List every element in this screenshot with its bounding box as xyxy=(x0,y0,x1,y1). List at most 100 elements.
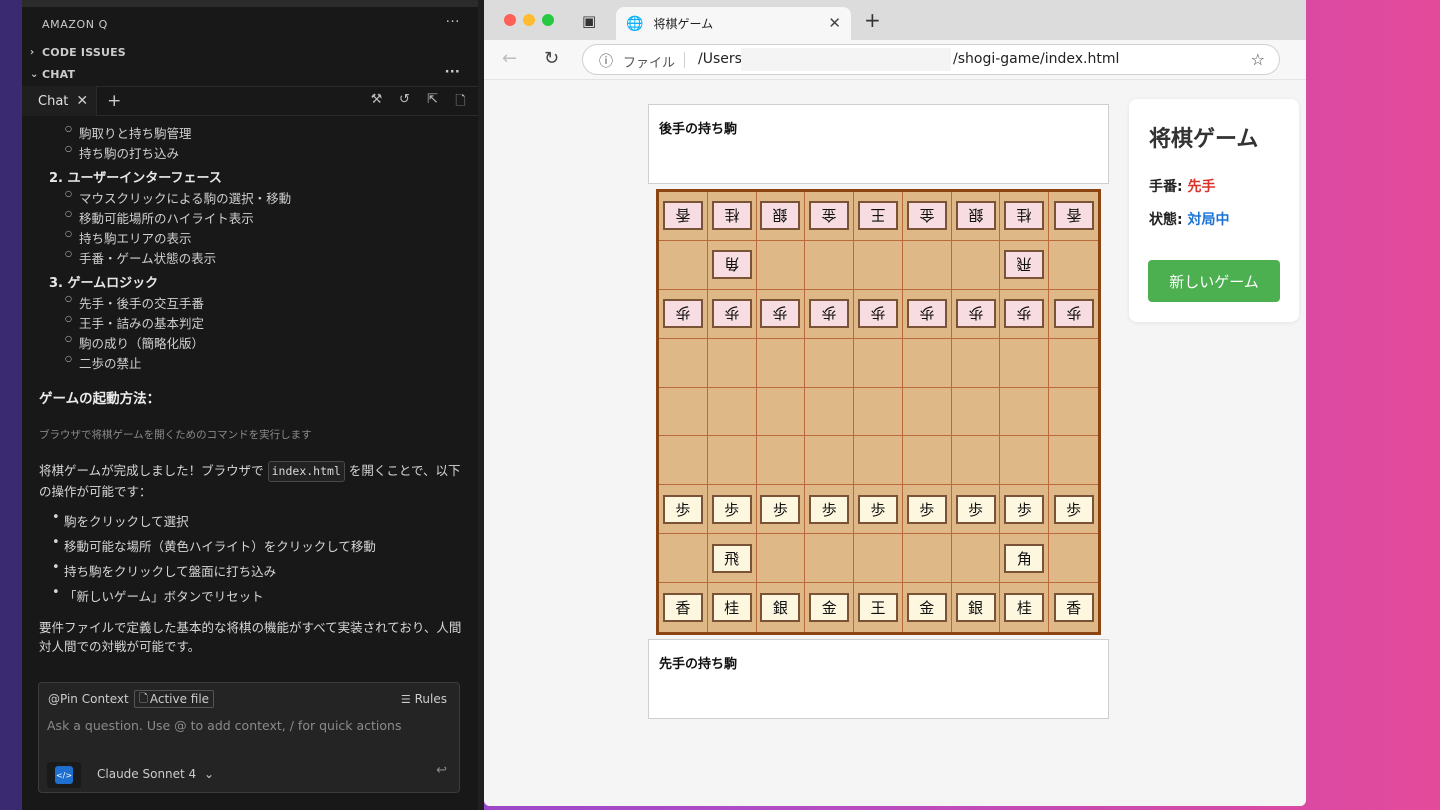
board-cell[interactable] xyxy=(902,387,952,437)
sente-piece[interactable]: 角 xyxy=(1004,543,1045,573)
board-cell[interactable]: 歩 xyxy=(707,289,757,339)
gote-captured-area[interactable]: 後手の持ち駒 xyxy=(648,104,1109,184)
board-cell[interactable] xyxy=(902,436,952,486)
board-cell[interactable]: 歩 xyxy=(854,289,903,339)
board-cell[interactable]: 飛 xyxy=(707,534,757,584)
board-cell[interactable]: 王 xyxy=(854,583,903,632)
board-cell[interactable] xyxy=(805,436,855,486)
board-cell[interactable] xyxy=(659,387,708,437)
board-cell[interactable] xyxy=(659,436,708,486)
sente-piece[interactable]: 歩 xyxy=(906,494,947,524)
board-cell[interactable] xyxy=(951,534,1001,584)
board-cell[interactable]: 歩 xyxy=(1000,289,1050,339)
sente-piece[interactable]: 飛 xyxy=(711,543,752,573)
board-cell[interactable]: 歩 xyxy=(756,485,806,535)
board-cell[interactable]: 歩 xyxy=(756,289,806,339)
sente-piece[interactable]: 歩 xyxy=(809,494,850,524)
sente-piece[interactable]: 歩 xyxy=(955,494,996,524)
sente-captured-area[interactable]: 先手の持ち駒 xyxy=(648,639,1109,719)
board-cell[interactable] xyxy=(854,338,903,388)
gote-piece[interactable]: 桂 xyxy=(711,201,752,231)
board-cell[interactable]: 銀 xyxy=(951,192,1001,241)
minimize-window-button[interactable] xyxy=(523,14,535,26)
board-cell[interactable]: 歩 xyxy=(1049,290,1098,339)
panel-more-icon[interactable]: ··· xyxy=(446,15,460,30)
board-cell[interactable] xyxy=(1049,436,1098,486)
gote-piece[interactable]: 桂 xyxy=(1004,201,1045,231)
new-game-button[interactable]: 新しいゲーム xyxy=(1148,260,1280,302)
board-cell[interactable]: 香 xyxy=(659,583,708,632)
board-cell[interactable]: 香 xyxy=(659,192,708,241)
sente-piece[interactable]: 香 xyxy=(662,593,703,623)
sente-piece[interactable]: 歩 xyxy=(711,494,752,524)
board-cell[interactable]: 香 xyxy=(1049,583,1098,632)
history-icon[interactable]: ↺ xyxy=(397,92,412,114)
board-cell[interactable]: 銀 xyxy=(756,192,806,241)
board-cell[interactable]: 歩 xyxy=(1049,485,1098,535)
board-cell[interactable]: 歩 xyxy=(854,485,903,535)
sente-piece[interactable]: 歩 xyxy=(857,494,898,524)
board-cell[interactable] xyxy=(756,436,806,486)
board-cell[interactable] xyxy=(659,338,708,388)
gote-piece[interactable]: 金 xyxy=(906,201,947,231)
board-cell[interactable] xyxy=(951,436,1001,486)
board-cell[interactable]: 金 xyxy=(903,583,952,632)
gote-piece[interactable]: 銀 xyxy=(955,201,996,231)
board-cell[interactable] xyxy=(756,534,806,584)
sente-piece[interactable]: 香 xyxy=(1053,593,1094,623)
gote-piece[interactable]: 香 xyxy=(662,201,703,231)
new-tab-button[interactable]: + xyxy=(864,8,881,32)
board-cell[interactable] xyxy=(951,387,1001,437)
sente-piece[interactable]: 桂 xyxy=(711,593,752,623)
sente-piece[interactable]: 桂 xyxy=(1004,593,1045,623)
tab-chat[interactable]: Chat ✕ xyxy=(22,86,98,116)
active-file-chip[interactable]: 🗋 Active file xyxy=(134,690,215,708)
board-cell[interactable]: 歩 xyxy=(902,289,952,339)
board-cell[interactable]: 王 xyxy=(854,192,903,241)
board-cell[interactable]: 歩 xyxy=(1000,485,1050,535)
rules-button[interactable]: ☰ Rules xyxy=(401,692,447,706)
board-cell[interactable]: 桂 xyxy=(1000,192,1050,241)
board-cell[interactable] xyxy=(902,240,952,290)
sente-piece[interactable]: 歩 xyxy=(662,494,703,524)
board-cell[interactable] xyxy=(756,338,806,388)
send-icon[interactable]: ↩ xyxy=(436,763,447,778)
board-cell[interactable] xyxy=(1000,338,1050,388)
info-icon[interactable]: ⓘ xyxy=(599,51,613,71)
board-cell[interactable]: 銀 xyxy=(757,583,806,632)
board-cell[interactable]: 歩 xyxy=(805,485,855,535)
board-cell[interactable]: 歩 xyxy=(659,289,708,339)
board-cell[interactable]: 歩 xyxy=(951,289,1001,339)
new-chat-tab-button[interactable]: + xyxy=(107,91,121,111)
chat-section[interactable]: ⌄ CHAT ··· xyxy=(22,63,478,85)
sente-piece[interactable]: 歩 xyxy=(760,494,801,524)
address-bar[interactable]: ⓘ ファイル /Users /shogi-game/index.html ☆ xyxy=(582,44,1280,75)
gote-piece[interactable]: 金 xyxy=(809,201,850,231)
file-icon[interactable]: 🗋 xyxy=(453,92,468,114)
sente-piece[interactable]: 王 xyxy=(857,593,898,623)
board-cell[interactable] xyxy=(756,387,806,437)
board-cell[interactable] xyxy=(805,240,855,290)
board-cell[interactable] xyxy=(756,240,806,290)
board-cell[interactable] xyxy=(659,534,708,584)
zoom-window-button[interactable] xyxy=(542,14,554,26)
tools-icon[interactable]: ⚒ xyxy=(369,92,384,114)
board-cell[interactable] xyxy=(805,387,855,437)
gote-piece[interactable]: 香 xyxy=(1053,201,1094,231)
gote-piece[interactable]: 飛 xyxy=(1004,250,1045,280)
board-cell[interactable]: 金 xyxy=(902,192,952,241)
board-cell[interactable] xyxy=(951,338,1001,388)
board-cell[interactable] xyxy=(1000,387,1050,437)
board-cell[interactable] xyxy=(902,534,952,584)
board-cell[interactable] xyxy=(805,534,855,584)
browser-tab[interactable]: 🌐 将棋ゲーム ✕ xyxy=(616,7,851,40)
sidebar-toggle-icon[interactable]: ▣ xyxy=(582,12,596,30)
model-selector[interactable]: Claude Sonnet 4 ⌄ xyxy=(97,767,214,781)
gote-piece[interactable]: 歩 xyxy=(662,299,703,329)
gote-piece[interactable]: 歩 xyxy=(809,299,850,329)
chat-more-icon[interactable]: ··· xyxy=(445,65,460,80)
gote-piece[interactable]: 歩 xyxy=(1053,299,1094,329)
board-cell[interactable]: 桂 xyxy=(708,583,757,632)
pin-context-button[interactable]: @Pin Context xyxy=(48,692,129,706)
close-icon[interactable]: ✕ xyxy=(76,93,88,109)
